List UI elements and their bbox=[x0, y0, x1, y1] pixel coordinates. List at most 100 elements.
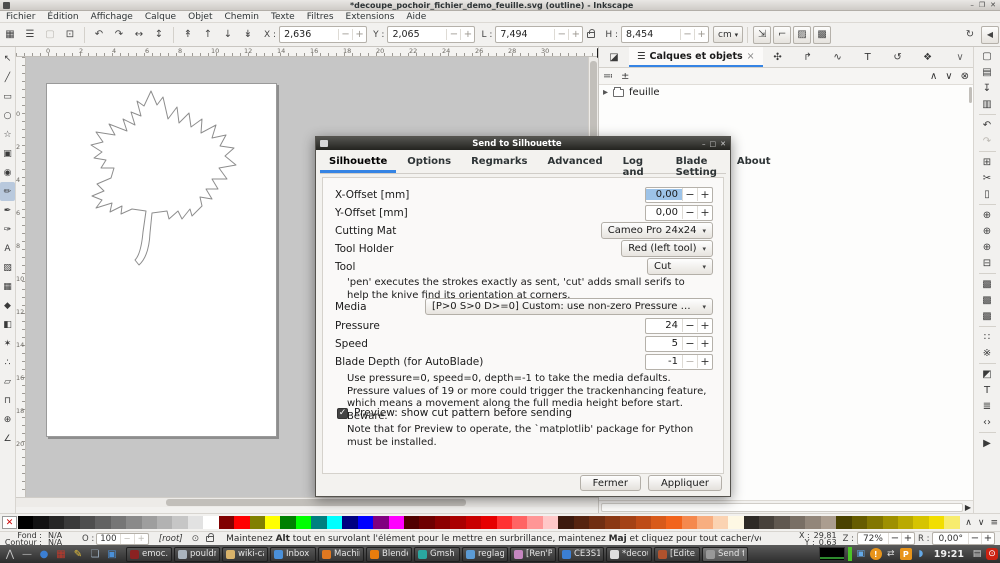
flip-vertical-icon[interactable]: ↕ bbox=[150, 26, 168, 44]
taskbar-button[interactable]: reglag... bbox=[462, 547, 508, 562]
x-offset-spinbox[interactable]: 0,00 − + bbox=[645, 187, 713, 203]
collapse-toolbar-button[interactable]: ◀ bbox=[981, 26, 999, 44]
tool-zoom[interactable]: ⊕ bbox=[0, 410, 15, 429]
dialog-tab-blade-setting[interactable]: Blade Setting bbox=[667, 153, 726, 173]
color-swatch[interactable] bbox=[142, 516, 157, 529]
speed-plus-button[interactable]: + bbox=[697, 337, 712, 350]
color-swatch[interactable] bbox=[790, 516, 805, 529]
color-swatch[interactable] bbox=[852, 516, 867, 529]
raise-layer-icon[interactable]: ∧ bbox=[930, 71, 937, 82]
rotate-ccw-icon[interactable]: ↶ bbox=[90, 26, 108, 44]
color-swatch[interactable] bbox=[605, 516, 620, 529]
deselect-icon[interactable]: ▢ bbox=[41, 26, 59, 44]
color-swatch[interactable] bbox=[636, 516, 651, 529]
x-offset-minus-button[interactable]: − bbox=[682, 188, 697, 201]
launcher-minimize-all[interactable]: — bbox=[19, 547, 35, 562]
expand-icon[interactable]: ▶ bbox=[983, 435, 991, 451]
rotation-spinbox[interactable]: 0,00° − + bbox=[932, 532, 995, 545]
blade-depth-value[interactable]: -1 bbox=[646, 356, 682, 367]
x-offset-plus-button[interactable]: + bbox=[697, 188, 712, 201]
tab-objects[interactable]: ✣ bbox=[763, 47, 793, 67]
dialog-tab-silhouette[interactable]: Silhouette bbox=[320, 153, 396, 173]
select-all-layers-icon[interactable]: ☰ bbox=[21, 26, 39, 44]
paste-icon[interactable]: ▯ bbox=[984, 186, 990, 202]
y-spinbox[interactable]: 2,065 − + bbox=[387, 26, 475, 43]
color-swatch[interactable] bbox=[327, 516, 342, 529]
color-swatch[interactable] bbox=[527, 516, 542, 529]
taskbar-button[interactable]: emoc... bbox=[126, 547, 172, 562]
zoom-selection-icon[interactable]: ⊕ bbox=[983, 207, 991, 223]
open-document-icon[interactable]: ▤ bbox=[982, 64, 991, 80]
dialog-tab-options[interactable]: Options bbox=[398, 153, 460, 173]
clipboard-manager-icon[interactable]: P bbox=[900, 548, 912, 560]
x-value[interactable]: 2,636 bbox=[280, 29, 338, 40]
tree-scrollbar-thumb[interactable] bbox=[969, 87, 972, 103]
blend-mode-icon[interactable]: ≕ bbox=[603, 71, 613, 82]
tool-pencil[interactable]: ✏ bbox=[0, 182, 15, 201]
zoom-drawing-icon[interactable]: ⊕ bbox=[983, 223, 991, 239]
color-swatch[interactable] bbox=[558, 516, 573, 529]
menu-fichier[interactable]: Fichier bbox=[0, 12, 41, 22]
dialog-maximize-icon[interactable]: □ bbox=[710, 140, 717, 148]
add-layer-icon[interactable]: ± bbox=[621, 71, 629, 82]
color-swatch[interactable] bbox=[419, 516, 434, 529]
delete-layer-icon[interactable]: ⊗ bbox=[961, 71, 969, 82]
color-swatch[interactable] bbox=[497, 516, 512, 529]
tool-ellipse[interactable]: ○ bbox=[0, 106, 15, 125]
color-swatch[interactable] bbox=[713, 516, 728, 529]
layer-row-feuille[interactable]: ▸ feuille bbox=[599, 85, 973, 100]
rotate-view-icon[interactable]: ↻ bbox=[961, 26, 979, 44]
tool-star[interactable]: ☆ bbox=[0, 125, 15, 144]
y-offset-minus-button[interactable]: − bbox=[682, 206, 697, 219]
minimize-icon[interactable]: – bbox=[970, 1, 974, 9]
color-swatch[interactable] bbox=[296, 516, 311, 529]
zoom-value[interactable]: 72% bbox=[858, 534, 888, 544]
taskbar-button[interactable]: Gmsh -... bbox=[414, 547, 460, 562]
height-minus-button[interactable]: − bbox=[680, 29, 694, 40]
pressure-plus-button[interactable]: + bbox=[697, 319, 712, 332]
tool-gradient[interactable]: ▧ bbox=[0, 258, 15, 277]
y-offset-plus-button[interactable]: + bbox=[697, 206, 712, 219]
scale-pattern-icon[interactable]: ▩ bbox=[813, 26, 831, 44]
color-swatch[interactable] bbox=[234, 516, 249, 529]
tool-paint-bucket[interactable]: ◧ bbox=[0, 315, 15, 334]
clone-icon[interactable]: ▩ bbox=[982, 292, 991, 308]
color-swatch[interactable] bbox=[867, 516, 882, 529]
zoom-page-icon[interactable]: ⊕ bbox=[983, 239, 991, 255]
document-page[interactable] bbox=[46, 83, 277, 437]
color-swatch[interactable] bbox=[172, 516, 187, 529]
tab-layers-objects[interactable]: ☰ Calques et objets × bbox=[629, 47, 763, 67]
color-swatch[interactable] bbox=[913, 516, 928, 529]
color-swatch[interactable] bbox=[666, 516, 681, 529]
tab-fill-stroke[interactable]: ◪ bbox=[599, 47, 629, 67]
scale-stroke-icon[interactable]: ⇲ bbox=[753, 26, 771, 44]
select-all-icon[interactable]: ▦ bbox=[1, 26, 19, 44]
y-plus-button[interactable]: + bbox=[460, 29, 474, 40]
dock-chevron-down-icon[interactable]: ∨ bbox=[947, 47, 973, 67]
zoom-spinbox[interactable]: 72% − + bbox=[857, 532, 915, 545]
x-spinbox[interactable]: 2,636 − + bbox=[279, 26, 367, 43]
x-minus-button[interactable]: − bbox=[338, 29, 352, 40]
rotation-value[interactable]: 0,00° bbox=[933, 534, 968, 544]
width-spinbox[interactable]: 7,494 − + bbox=[495, 26, 583, 43]
tool-holder-dropdown[interactable]: Red (left tool) ▾ bbox=[621, 240, 713, 257]
lower-to-bottom-icon[interactable]: ↡ bbox=[239, 26, 257, 44]
width-minus-button[interactable]: − bbox=[554, 29, 568, 40]
layer-lock-icon[interactable] bbox=[206, 536, 214, 542]
expander-icon[interactable]: ▸ bbox=[603, 87, 608, 98]
color-swatch[interactable] bbox=[265, 516, 280, 529]
warning-icon[interactable]: ! bbox=[870, 548, 882, 560]
color-swatch[interactable] bbox=[774, 516, 789, 529]
color-swatch[interactable] bbox=[836, 516, 851, 529]
ungroup-icon[interactable]: ※ bbox=[983, 345, 991, 361]
speed-minus-button[interactable]: − bbox=[682, 337, 697, 350]
tab-paths[interactable]: ∿ bbox=[823, 47, 853, 67]
dialog-tab-log-and-dump[interactable]: Log and Dump bbox=[614, 153, 665, 173]
color-swatch[interactable] bbox=[18, 516, 33, 529]
taskbar-button[interactable]: [Ren'P... bbox=[510, 547, 556, 562]
tool-connector[interactable]: ⊓ bbox=[0, 391, 15, 410]
launcher-terminal[interactable]: ▣ bbox=[104, 547, 120, 562]
taskbar-button[interactable]: wiki-ca... bbox=[222, 547, 268, 562]
dialog-minimize-icon[interactable]: – bbox=[702, 140, 706, 148]
menu-calque[interactable]: Calque bbox=[139, 12, 182, 22]
